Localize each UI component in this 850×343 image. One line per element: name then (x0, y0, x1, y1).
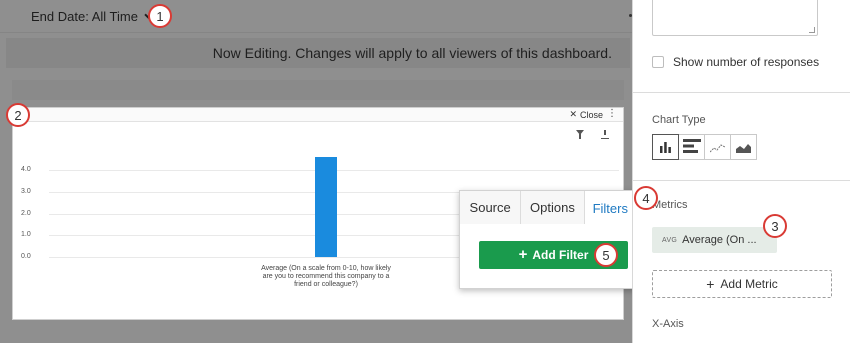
y-tick-label: 2.0 (21, 209, 31, 217)
callout-badge: 2 (6, 103, 30, 127)
widget-header: ✕ Close ⋮ (13, 108, 623, 122)
popover-tabs: Source Options Filters (460, 191, 636, 225)
plus-icon: + (518, 246, 528, 263)
callout-badge: 1 (148, 4, 172, 28)
show-responses-checkbox[interactable] (652, 56, 664, 68)
editing-banner-text: Now Editing. Changes will apply to all v… (212, 45, 612, 61)
filter-icon (576, 130, 584, 139)
widget-filter-button[interactable] (576, 130, 584, 139)
download-icon (601, 130, 609, 139)
callout-badge: 4 (634, 186, 658, 210)
editor-panel: Show number of responses Chart Type Metr… (632, 0, 850, 343)
tab-options[interactable]: Options (521, 191, 585, 224)
close-label: Close (579, 109, 603, 120)
dashboard-area: End Date: All Time Now Editing. Changes … (0, 0, 637, 343)
more-options-icon[interactable]: ⋮ (607, 109, 617, 119)
show-responses-label: Show number of responses (673, 55, 820, 69)
metric-name: Average (On ... (682, 234, 757, 246)
chart-type-horizontal-bar[interactable] (678, 134, 705, 160)
chart-type-line[interactable] (704, 134, 731, 160)
chart-type-selector (652, 134, 757, 160)
chart-type-heading: Chart Type (652, 114, 706, 126)
area-chart-icon (736, 144, 751, 153)
y-tick-label: 3.0 (21, 187, 31, 195)
end-date-label: End Date: All Time (31, 9, 138, 24)
bar-chart-icon (660, 142, 671, 153)
callout-badge: 3 (763, 214, 787, 238)
tab-filters[interactable]: Filters (584, 191, 636, 225)
filter-toolbar: End Date: All Time (0, 0, 632, 33)
add-metric-label: Add Metric (720, 277, 778, 291)
horizontal-bar-icon (682, 139, 701, 153)
tab-source[interactable]: Source (460, 191, 522, 224)
close-icon: ✕ (569, 109, 577, 119)
chart-type-bar[interactable] (652, 134, 679, 160)
editing-banner: Now Editing. Changes will apply to all v… (6, 38, 630, 68)
metric-item[interactable]: AVG Average (On ... (652, 227, 777, 253)
close-button[interactable]: ✕ Close (569, 109, 603, 120)
description-textarea[interactable] (652, 0, 818, 36)
panel-divider (633, 180, 850, 181)
show-responses-option: Show number of responses (652, 55, 819, 69)
y-tick-label: 4.0 (21, 166, 31, 173)
plus-icon: + (706, 276, 715, 292)
chart-bar[interactable] (315, 156, 337, 257)
x-axis-category-label: Average (On a scale from 0-10, how likel… (261, 265, 391, 288)
widget-download-button[interactable] (601, 130, 609, 139)
end-date-dropdown[interactable]: End Date: All Time (31, 8, 156, 24)
panel-divider (633, 92, 850, 93)
line-chart-icon (709, 144, 725, 153)
add-metric-button[interactable]: + Add Metric (652, 270, 832, 298)
metric-aggregate-tag: AVG (662, 236, 678, 244)
y-tick-label: 1.0 (21, 231, 31, 239)
y-tick-label: 0.0 (21, 253, 31, 260)
widget-settings-popover: Source Options Filters + Add Filter (459, 190, 637, 289)
chart-type-area[interactable] (730, 134, 757, 160)
widget-placeholder (12, 80, 624, 100)
callout-badge: 5 (594, 243, 618, 267)
resize-handle-icon[interactable] (809, 27, 815, 33)
add-filter-label: Add Filter (532, 248, 589, 262)
x-axis-heading: X-Axis (652, 318, 684, 330)
